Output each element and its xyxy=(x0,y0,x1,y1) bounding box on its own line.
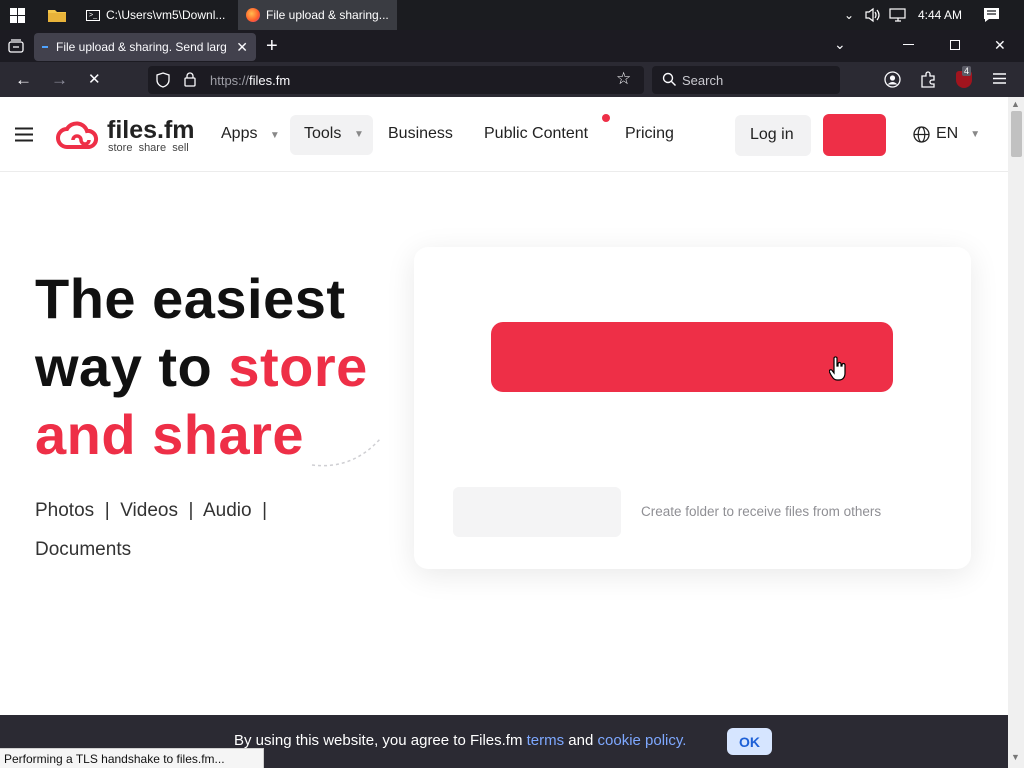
logo-tagline: store share sell xyxy=(108,142,189,154)
hero-line-2-black: way to xyxy=(35,335,229,398)
hero-line-1: The easiest xyxy=(35,267,346,330)
media-types-line-1: Photos | Videos | Audio | xyxy=(35,500,268,521)
account-icon[interactable] xyxy=(884,71,901,91)
ublock-extension-icon[interactable]: 4 xyxy=(956,66,972,88)
terms-link[interactable]: terms xyxy=(527,732,565,749)
files-fm-logo[interactable]: files.fm store share sell xyxy=(53,116,198,155)
new-tab-icon[interactable]: + xyxy=(266,35,278,58)
back-arrow-icon[interactable]: ← xyxy=(15,70,32,90)
windows-start-icon[interactable] xyxy=(10,8,25,23)
nav-apps[interactable]: Apps ▼ xyxy=(221,125,280,143)
volume-icon[interactable] xyxy=(864,7,882,26)
extensions-puzzle-icon[interactable] xyxy=(920,71,937,91)
mouse-pointer-hand-icon xyxy=(828,356,847,387)
nav-public-content[interactable]: Public Content xyxy=(484,125,588,143)
console-icon: >_ xyxy=(86,9,100,21)
caret-down-icon: ▼ xyxy=(269,130,280,141)
lock-icon[interactable] xyxy=(184,72,196,90)
hero-line-2-red: store xyxy=(228,335,368,398)
scrollbar-thumb[interactable] xyxy=(1011,111,1022,157)
scroll-down-arrow-icon[interactable]: ▼ xyxy=(1011,752,1020,762)
loading-dot-icon xyxy=(42,46,48,48)
cookie-policy-link[interactable]: cookie policy. xyxy=(598,732,687,749)
browser-navigation-bar: ← → ✕ https://files.fm ☆ Search 4 xyxy=(0,62,1024,97)
browser-tab-strip: File upload & sharing. Send larg ✕ + ⌄ ✕ xyxy=(0,30,1024,62)
app-menu-icon[interactable] xyxy=(992,72,1007,88)
nav-pricing[interactable]: Pricing xyxy=(625,125,674,143)
create-folder-button[interactable] xyxy=(453,487,621,537)
tracking-protection-shield-icon[interactable] xyxy=(156,72,170,91)
dashed-arc-decoration xyxy=(310,427,382,474)
login-button[interactable]: Log in xyxy=(735,115,811,156)
firefox-icon xyxy=(246,8,260,22)
login-button-label: Log in xyxy=(750,126,794,143)
restore-window-icon[interactable] xyxy=(950,40,960,50)
tab-title: File upload & sharing. Send larg xyxy=(56,40,227,54)
page-scrollbar[interactable]: ▲ ▼ xyxy=(1008,97,1024,768)
tab-overflow-chevron-icon[interactable]: ⌄ xyxy=(834,36,846,53)
search-bar[interactable]: Search xyxy=(652,66,840,94)
nav-tools[interactable]: Tools ▼ xyxy=(290,115,373,155)
taskbar-task-firefox[interactable]: File upload & sharing... xyxy=(238,0,397,30)
tab-list-icon[interactable] xyxy=(8,39,24,56)
cookie-text-and: and xyxy=(564,732,598,749)
hero-line-2: way to store xyxy=(35,333,368,401)
url-host: files.fm xyxy=(249,73,291,88)
network-icon[interactable] xyxy=(889,7,907,26)
chevron-up-icon[interactable]: ⌄ xyxy=(844,8,854,22)
search-icon xyxy=(662,72,677,90)
url-scheme: https:// xyxy=(210,73,250,88)
browser-status-text: Performing a TLS handshake to files.fm..… xyxy=(0,748,264,768)
windows-taskbar: >_ C:\Users\vm5\Downl... File upload & s… xyxy=(0,0,1024,30)
taskbar-task-explorer[interactable]: >_ C:\Users\vm5\Downl... xyxy=(78,0,236,30)
url-text[interactable]: https://files.fm xyxy=(210,73,290,88)
taskbar-task-label: File upload & sharing... xyxy=(266,8,389,22)
hero-media-types: Photos | Videos | Audio | Documents xyxy=(35,491,385,569)
media-types-line-2: Documents xyxy=(35,539,132,560)
signup-button[interactable] xyxy=(823,114,886,156)
cookie-ok-button[interactable]: OK xyxy=(727,728,772,755)
browser-tab-active[interactable]: File upload & sharing. Send larg ✕ xyxy=(34,33,256,61)
close-window-icon[interactable]: ✕ xyxy=(994,37,1006,54)
close-tab-icon[interactable]: ✕ xyxy=(236,39,248,56)
file-explorer-icon[interactable] xyxy=(48,8,66,22)
nav-tools-label: Tools xyxy=(304,125,342,142)
forward-arrow-icon[interactable]: → xyxy=(51,70,68,90)
nav-business[interactable]: Business xyxy=(388,125,453,143)
upload-card: Create folder to receive files from othe… xyxy=(414,247,971,569)
web-page: files.fm store share sell Apps ▼ Tools ▼… xyxy=(0,97,1008,768)
extension-badge: 4 xyxy=(962,66,972,76)
cookie-text-before: By using this website, you agree to File… xyxy=(234,732,527,749)
bookmark-star-icon[interactable]: ☆ xyxy=(616,69,631,89)
cloud-logo-icon xyxy=(56,121,99,149)
caret-down-icon: ▼ xyxy=(354,129,364,140)
nav-apps-label: Apps xyxy=(221,125,258,142)
language-label: EN xyxy=(936,125,959,142)
hamburger-menu-icon[interactable] xyxy=(15,127,33,147)
new-content-dot xyxy=(602,114,610,122)
language-selector[interactable]: EN ▼ xyxy=(913,125,980,143)
stop-loading-icon[interactable]: ✕ xyxy=(88,70,101,88)
url-bar[interactable]: https://files.fm ☆ xyxy=(148,66,644,94)
cookie-consent-text: By using this website, you agree to File… xyxy=(234,732,686,749)
notifications-icon[interactable] xyxy=(983,7,1000,26)
create-folder-description: Create folder to receive files from othe… xyxy=(641,504,882,519)
logo-wordmark: files.fm xyxy=(107,116,195,144)
scroll-up-arrow-icon[interactable]: ▲ xyxy=(1011,99,1020,109)
caret-down-icon: ▼ xyxy=(970,128,981,140)
taskbar-task-label: C:\Users\vm5\Downl... xyxy=(106,8,226,22)
site-header: files.fm store share sell Apps ▼ Tools ▼… xyxy=(0,97,1008,172)
minimize-window-icon[interactable] xyxy=(903,44,914,45)
search-placeholder: Search xyxy=(682,73,724,88)
globe-icon xyxy=(913,125,930,143)
taskbar-clock[interactable]: 4:44 AM xyxy=(918,8,962,22)
